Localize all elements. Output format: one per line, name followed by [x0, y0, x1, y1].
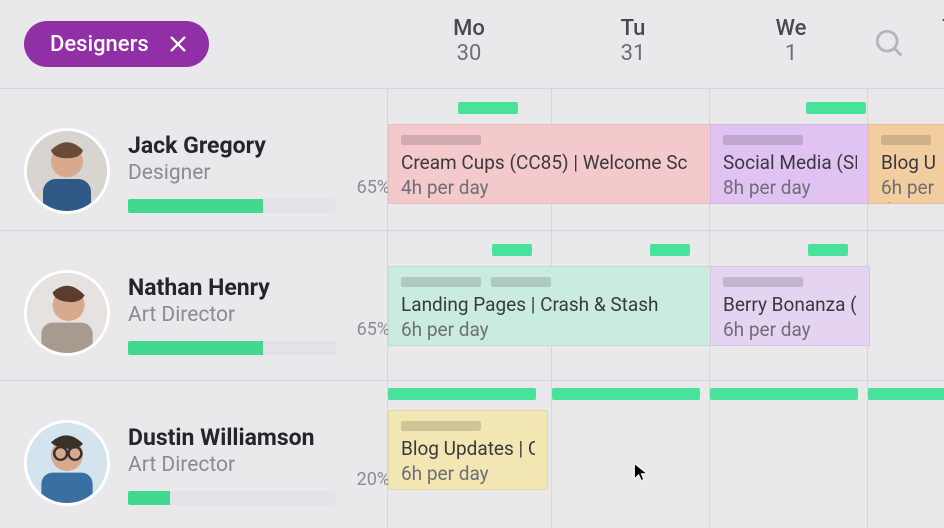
schedule-app: Designers Mo 30 Tu 31 We 1 T 2 — [0, 0, 944, 528]
task-card[interactable]: Landing Pages | Crash & Stash 6h per day — [388, 266, 712, 346]
utilization: 20% — [128, 491, 336, 505]
avatar — [24, 128, 110, 214]
person-name: Jack Gregory — [128, 132, 364, 159]
availability-bar — [650, 244, 690, 256]
avatar — [24, 420, 110, 506]
weekday-label: Mo — [388, 16, 550, 41]
daynum-label: 1 — [710, 41, 872, 66]
task-title: Blog Updates | C — [401, 437, 535, 460]
row-divider — [0, 380, 944, 381]
task-handle — [881, 135, 931, 145]
task-card[interactable]: Cream Cups (CC85) | Welcome Sc 4h per da… — [388, 124, 712, 204]
person-name: Nathan Henry — [128, 274, 364, 301]
row-divider — [0, 230, 944, 231]
availability-bar — [808, 244, 848, 256]
schedule-row: Dustin Williamson Art Director 20% Blog … — [0, 380, 944, 528]
weekday-label: T — [868, 16, 944, 41]
availability-bar — [710, 388, 858, 400]
task-hours: 6h per day — [401, 318, 699, 341]
task-handle — [401, 421, 481, 431]
availability-bar — [868, 388, 944, 400]
task-hours: 8h per day — [723, 176, 857, 199]
utilization: 65% — [128, 341, 336, 355]
person-role: Designer — [128, 161, 364, 185]
task-card[interactable]: Berry Bonanza (F 6h per day — [710, 266, 870, 346]
task-hours: 6h per day — [401, 462, 535, 485]
task-title: Social Media (SM — [723, 151, 857, 174]
task-title: Cream Cups (CC85) | Welcome Sc — [401, 151, 699, 174]
person-cell[interactable]: Nathan Henry Art Director 65% — [24, 270, 364, 356]
weekday-label: Tu — [552, 16, 714, 41]
day-header[interactable]: T 2 — [868, 16, 944, 66]
task-card[interactable]: Blog Upd 6h per day — [868, 124, 944, 204]
person-cell[interactable]: Jack Gregory Designer 65% — [24, 128, 364, 214]
daynum-label: 30 — [388, 41, 550, 66]
person-name: Dustin Williamson — [128, 424, 364, 451]
task-handle — [723, 135, 803, 145]
task-card[interactable]: Blog Updates | C 6h per day — [388, 410, 548, 490]
utilization-label: 65% — [357, 319, 390, 340]
availability-bar — [458, 102, 518, 114]
utilization-label: 65% — [357, 177, 390, 198]
task-hours: 6h per day — [723, 318, 857, 341]
person-info: Jack Gregory Designer 65% — [128, 128, 364, 213]
filter-label: Designers — [50, 32, 149, 57]
person-role: Art Director — [128, 453, 364, 477]
availability-bar — [492, 244, 532, 256]
day-header[interactable]: We 1 — [710, 16, 872, 66]
avatar — [24, 270, 110, 356]
task-handle — [491, 277, 551, 287]
person-role: Art Director — [128, 303, 364, 327]
person-info: Nathan Henry Art Director 65% — [128, 270, 364, 355]
daynum-label: 2 — [868, 41, 944, 66]
task-title: Berry Bonanza (F — [723, 293, 857, 316]
task-hours: 4h per day — [401, 176, 699, 199]
task-title: Landing Pages | Crash & Stash — [401, 293, 699, 316]
task-title: Blog Upd — [881, 151, 935, 174]
availability-bar — [806, 102, 866, 114]
task-hours: 6h per day — [881, 176, 935, 204]
day-header[interactable]: Tu 31 — [552, 16, 714, 66]
schedule-row: Nathan Henry Art Director 65% Landing Pa… — [0, 230, 944, 380]
availability-bar — [388, 388, 536, 400]
task-handle — [401, 277, 481, 287]
task-handle — [723, 277, 803, 287]
availability-bar — [552, 388, 700, 400]
weekday-label: We — [710, 16, 872, 41]
row-divider — [0, 88, 944, 89]
task-card[interactable]: Social Media (SM 8h per day — [710, 124, 870, 204]
utilization: 65% — [128, 199, 336, 213]
utilization-label: 20% — [357, 469, 390, 490]
close-icon[interactable] — [167, 33, 189, 55]
filter-pill[interactable]: Designers — [24, 21, 209, 67]
schedule-row: Jack Gregory Designer 65% Cream Cups (CC… — [0, 88, 944, 230]
daynum-label: 31 — [552, 41, 714, 66]
person-info: Dustin Williamson Art Director 20% — [128, 420, 364, 505]
task-handle — [401, 135, 481, 145]
person-cell[interactable]: Dustin Williamson Art Director 20% — [24, 420, 364, 506]
day-header[interactable]: Mo 30 — [388, 16, 550, 66]
